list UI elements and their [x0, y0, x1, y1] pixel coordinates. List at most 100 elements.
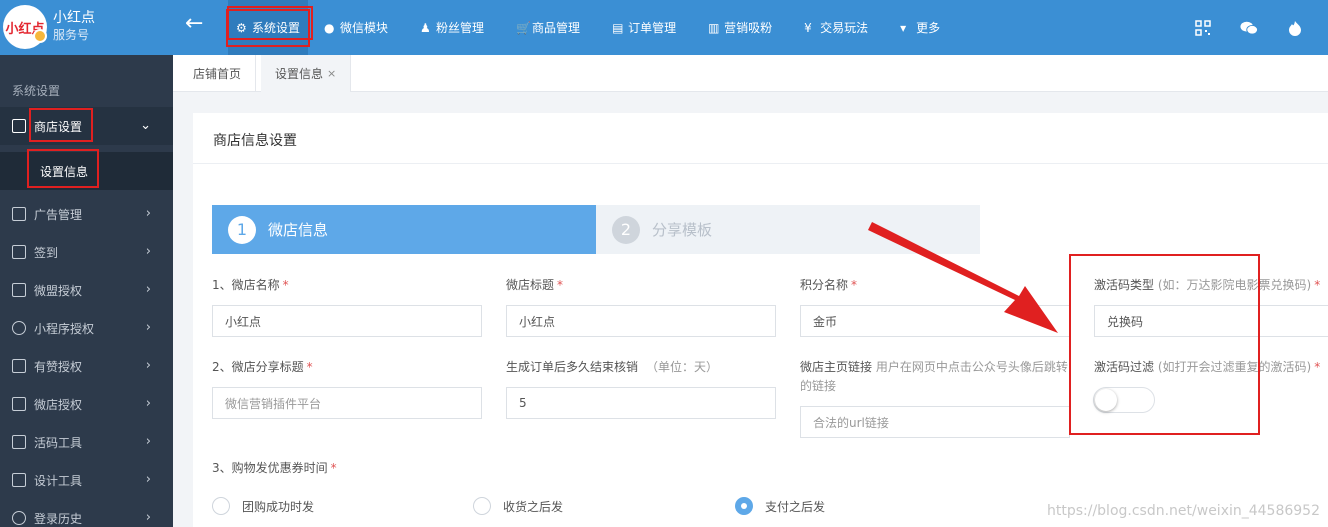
- watermark: https://blog.csdn.net/weixin_44586952: [1046, 503, 1320, 519]
- chevron-right-icon: ›: [145, 434, 151, 449]
- nav-label: 更多: [916, 21, 941, 35]
- sidebar-item-miniprogram[interactable]: 小程序授权 ›: [0, 309, 173, 347]
- sidebar-item-label: 广告管理: [34, 207, 83, 222]
- nav-label: 系统设置: [252, 21, 301, 35]
- sidebar-item-ads[interactable]: 广告管理 ›: [0, 195, 173, 233]
- home-link-input[interactable]: 合法的url链接: [800, 406, 1070, 438]
- sidebar-item-livecode[interactable]: 活码工具 ›: [0, 423, 173, 461]
- nav-item-goods[interactable]: 🛒 商品管理: [500, 0, 596, 55]
- tab-settings-info[interactable]: 设置信息 ×: [261, 55, 352, 92]
- main-nav: ⚙ 系统设置 ● 微信模块 ♟ 粉丝管理 🛒 商品管理 ▤ 订单管理 ▥ 营销吸…: [222, 0, 956, 55]
- radio-button[interactable]: [212, 497, 230, 515]
- code-filter-label: 激活码过滤 (如打开会过滤重复的激活码) *: [1094, 360, 1321, 374]
- shop-name-label: 1、微店名称 *: [212, 278, 289, 292]
- sidebar-item-settings-info[interactable]: 设置信息: [0, 152, 173, 190]
- step-label: 分享模板: [652, 221, 713, 239]
- shop-title-label: 微店标题 *: [506, 278, 564, 292]
- tab-label: 店铺首页: [193, 67, 242, 81]
- nav-label: 商品管理: [532, 21, 581, 35]
- sidebar-item-label: 微店授权: [34, 397, 83, 412]
- sidebar: 系统设置 商店设置 ⌄ 设置信息 广告管理 › 签到 › 微盟授权 › 小程序授…: [0, 55, 173, 527]
- radio-option-received[interactable]: 收货之后发: [473, 497, 563, 515]
- radio-option-paid[interactable]: 支付之后发: [735, 497, 825, 515]
- step-label: 微店信息: [268, 221, 329, 239]
- nav-label: 订单管理: [628, 21, 677, 35]
- tab-label: 设置信息: [275, 67, 324, 81]
- page-tabs: 店铺首页 设置信息 ×: [173, 55, 1328, 92]
- nav-item-fans[interactable]: ♟ 粉丝管理: [404, 0, 500, 55]
- chevron-right-icon: ›: [145, 282, 151, 297]
- points-name-input[interactable]: 金币: [800, 305, 1070, 337]
- brand-subtitle: 服务号: [53, 28, 90, 42]
- nav-item-more[interactable]: ▾ 更多: [884, 0, 956, 55]
- sidebar-item-weimob[interactable]: 微盟授权 ›: [0, 271, 173, 309]
- nav-label: 粉丝管理: [436, 21, 485, 35]
- nav-item-wechat-module[interactable]: ● 微信模块: [308, 0, 404, 55]
- home-link-hint: 的链接: [800, 379, 837, 393]
- nav-item-marketing[interactable]: ▥ 营销吸粉: [692, 0, 788, 55]
- code-icon: [12, 435, 26, 449]
- ad-icon: [12, 207, 26, 221]
- qr-code-icon[interactable]: [1194, 19, 1212, 37]
- sidebar-item-label: 设置信息: [40, 164, 89, 179]
- settings-panel: 商店信息设置 1 微店信息 2 分享模板 1、微店名称 * 小红点 微店标题 * 小…: [193, 113, 1328, 527]
- toggle-knob: [1095, 389, 1117, 411]
- sidebar-heading: 系统设置: [12, 84, 61, 98]
- radio-button-selected[interactable]: [735, 497, 753, 515]
- sidebar-item-label: 商店设置: [34, 119, 83, 134]
- brand-area[interactable]: 小红点 小红点 服务号: [0, 0, 173, 55]
- nav-label: 交易玩法: [820, 21, 869, 35]
- yen-icon: ¥: [804, 20, 812, 35]
- code-filter-toggle[interactable]: [1093, 387, 1155, 413]
- verified-badge-icon: [33, 29, 47, 43]
- chat-icon: ●: [324, 20, 335, 35]
- nav-item-trade[interactable]: ¥ 交易玩法: [788, 0, 884, 55]
- chevron-down-icon: ⌄: [140, 118, 151, 133]
- radio-button[interactable]: [473, 497, 491, 515]
- bar-chart-icon: ▥: [708, 20, 720, 35]
- divider: [193, 163, 1328, 164]
- share-title-input[interactable]: 微信营销插件平台: [212, 387, 482, 419]
- chevron-right-icon: ›: [145, 244, 151, 259]
- sidebar-item-youzan[interactable]: 有赞授权 ›: [0, 347, 173, 385]
- chevron-right-icon: ›: [145, 510, 151, 525]
- nav-item-system-settings[interactable]: ⚙ 系统设置: [225, 0, 311, 55]
- code-type-input[interactable]: 兑换码: [1094, 305, 1328, 337]
- sidebar-item-checkin[interactable]: 签到 ›: [0, 233, 173, 271]
- tab-shop-home[interactable]: 店铺首页: [179, 55, 257, 92]
- thumbs-up-icon: [12, 359, 26, 373]
- code-type-label: 激活码类型 (如：万达影院电影票兑换码) *: [1094, 278, 1321, 292]
- store-icon: [12, 397, 26, 411]
- store-icon: [12, 119, 26, 133]
- document-icon: ▤: [612, 20, 624, 35]
- step-2[interactable]: 2 分享模板: [596, 205, 980, 254]
- fire-icon[interactable]: [1286, 19, 1304, 37]
- gear-icon: ⚙: [236, 20, 247, 35]
- page-title: 商店信息设置: [213, 133, 297, 149]
- sidebar-item-label: 登录历史: [34, 511, 83, 526]
- points-name-label: 积分名称 *: [800, 278, 858, 292]
- step-1[interactable]: 1 微店信息: [212, 205, 596, 254]
- sidebar-item-design[interactable]: 设计工具 ›: [0, 461, 173, 499]
- step-bar: 1 微店信息 2 分享模板: [212, 205, 980, 254]
- nav-item-orders[interactable]: ▤ 订单管理: [596, 0, 692, 55]
- sidebar-item-label: 签到: [34, 245, 59, 260]
- step-number: 2: [612, 215, 640, 244]
- sidebar-item-shop-settings[interactable]: 商店设置 ⌄: [0, 107, 173, 145]
- chevron-right-icon: ›: [145, 320, 151, 335]
- share-title-label: 2、微店分享标题 *: [212, 360, 313, 374]
- shop-name-input[interactable]: 小红点: [212, 305, 482, 337]
- order-end-input[interactable]: 5: [506, 387, 776, 419]
- wechat-icon[interactable]: [1240, 19, 1258, 37]
- sidebar-item-label: 设计工具: [34, 473, 83, 488]
- sidebar-item-label: 活码工具: [34, 435, 83, 450]
- close-icon[interactable]: ×: [327, 67, 336, 80]
- sidebar-item-login-history[interactable]: 登录历史 ›: [0, 499, 173, 527]
- caret-down-icon: ▾: [900, 20, 907, 35]
- chevron-right-icon: ›: [145, 206, 151, 221]
- nav-label: 微信模块: [340, 21, 389, 35]
- back-arrow-icon[interactable]: ←: [185, 13, 203, 35]
- shop-title-input[interactable]: 小红点: [506, 305, 776, 337]
- radio-option-groupon[interactable]: 团购成功时发: [212, 497, 314, 515]
- sidebar-item-weidian[interactable]: 微店授权 ›: [0, 385, 173, 423]
